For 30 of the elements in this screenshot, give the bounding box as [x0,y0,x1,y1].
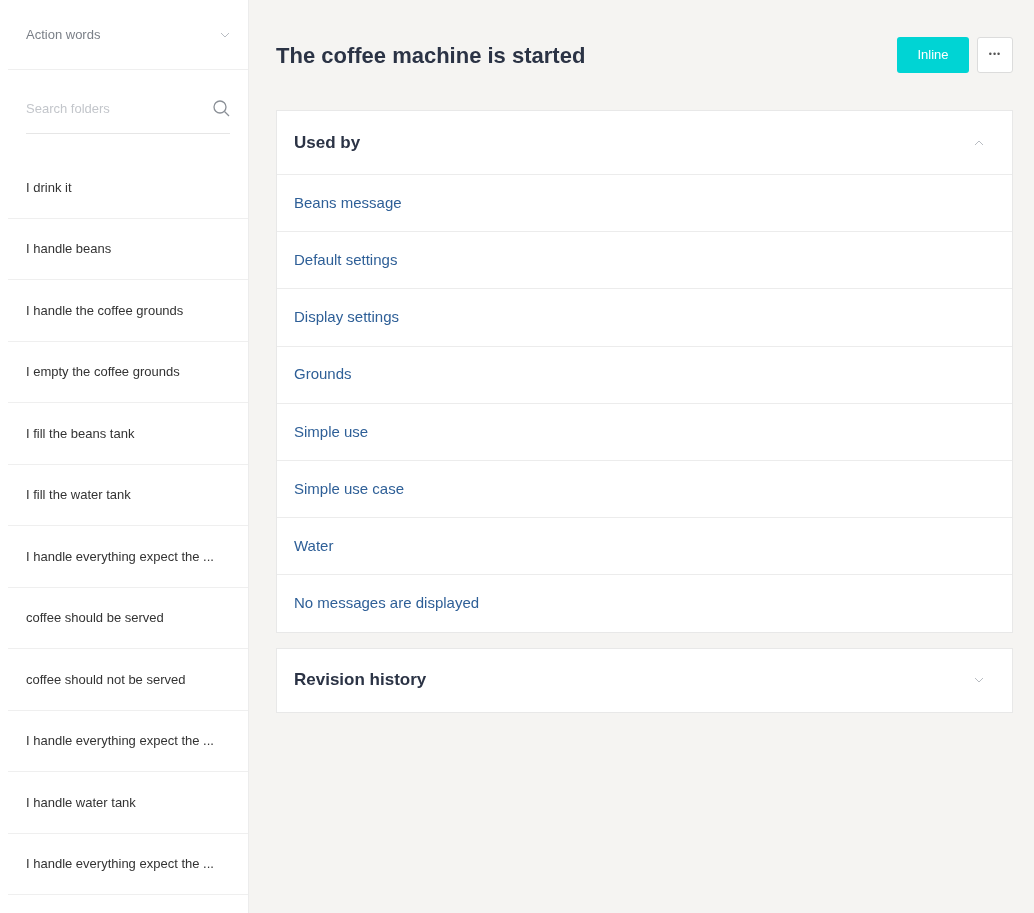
page-link[interactable]: Default settings [294,249,398,272]
chevron-up-icon [974,139,984,146]
sidebar-item[interactable]: I handle everything expect the ... [8,526,248,588]
section-header[interactable]: Used by [277,111,1012,174]
sidebar-item[interactable]: I fill the water tank [8,464,248,526]
sidebar-item[interactable]: I drink it [8,157,248,219]
more-button[interactable]: ••• [977,37,1013,73]
sidebar-item[interactable]: I empty the coffee grounds [8,341,248,403]
folder-dropdown[interactable]: Action words [8,0,248,70]
sidebar-item[interactable]: I fill the beans tank [8,403,248,465]
page-title: The coffee machine is started [276,41,586,70]
sidebar-item[interactable]: I handle everything expect the ... [8,833,248,895]
page-link[interactable]: Water [294,534,334,558]
sidebar-item[interactable]: coffee should be served [8,587,248,649]
sidebar-item[interactable]: I handle everything expect the ... [8,710,248,772]
page-link[interactable]: Simple use case [294,477,405,501]
sidebar-item[interactable]: I handle water tank [8,772,248,834]
search-field[interactable]: Search folders [26,98,213,119]
page-link[interactable]: Simple use [294,420,369,444]
chevron-down-icon [220,31,230,38]
sidebar-item[interactable]: I handle beans [8,218,248,280]
search-icon [213,100,230,117]
page-link[interactable]: Beans message [294,191,402,215]
section-header[interactable]: Revision history [277,648,1012,712]
page-link[interactable]: Display settings [294,306,400,329]
chevron-down-icon [974,677,984,683]
page-link[interactable]: Grounds [294,363,352,386]
sidebar-item[interactable]: coffee should not be served [8,649,248,711]
sidebar-item[interactable]: I handle the coffee grounds [8,280,248,342]
page-link[interactable]: No messages are displayed [294,592,480,615]
